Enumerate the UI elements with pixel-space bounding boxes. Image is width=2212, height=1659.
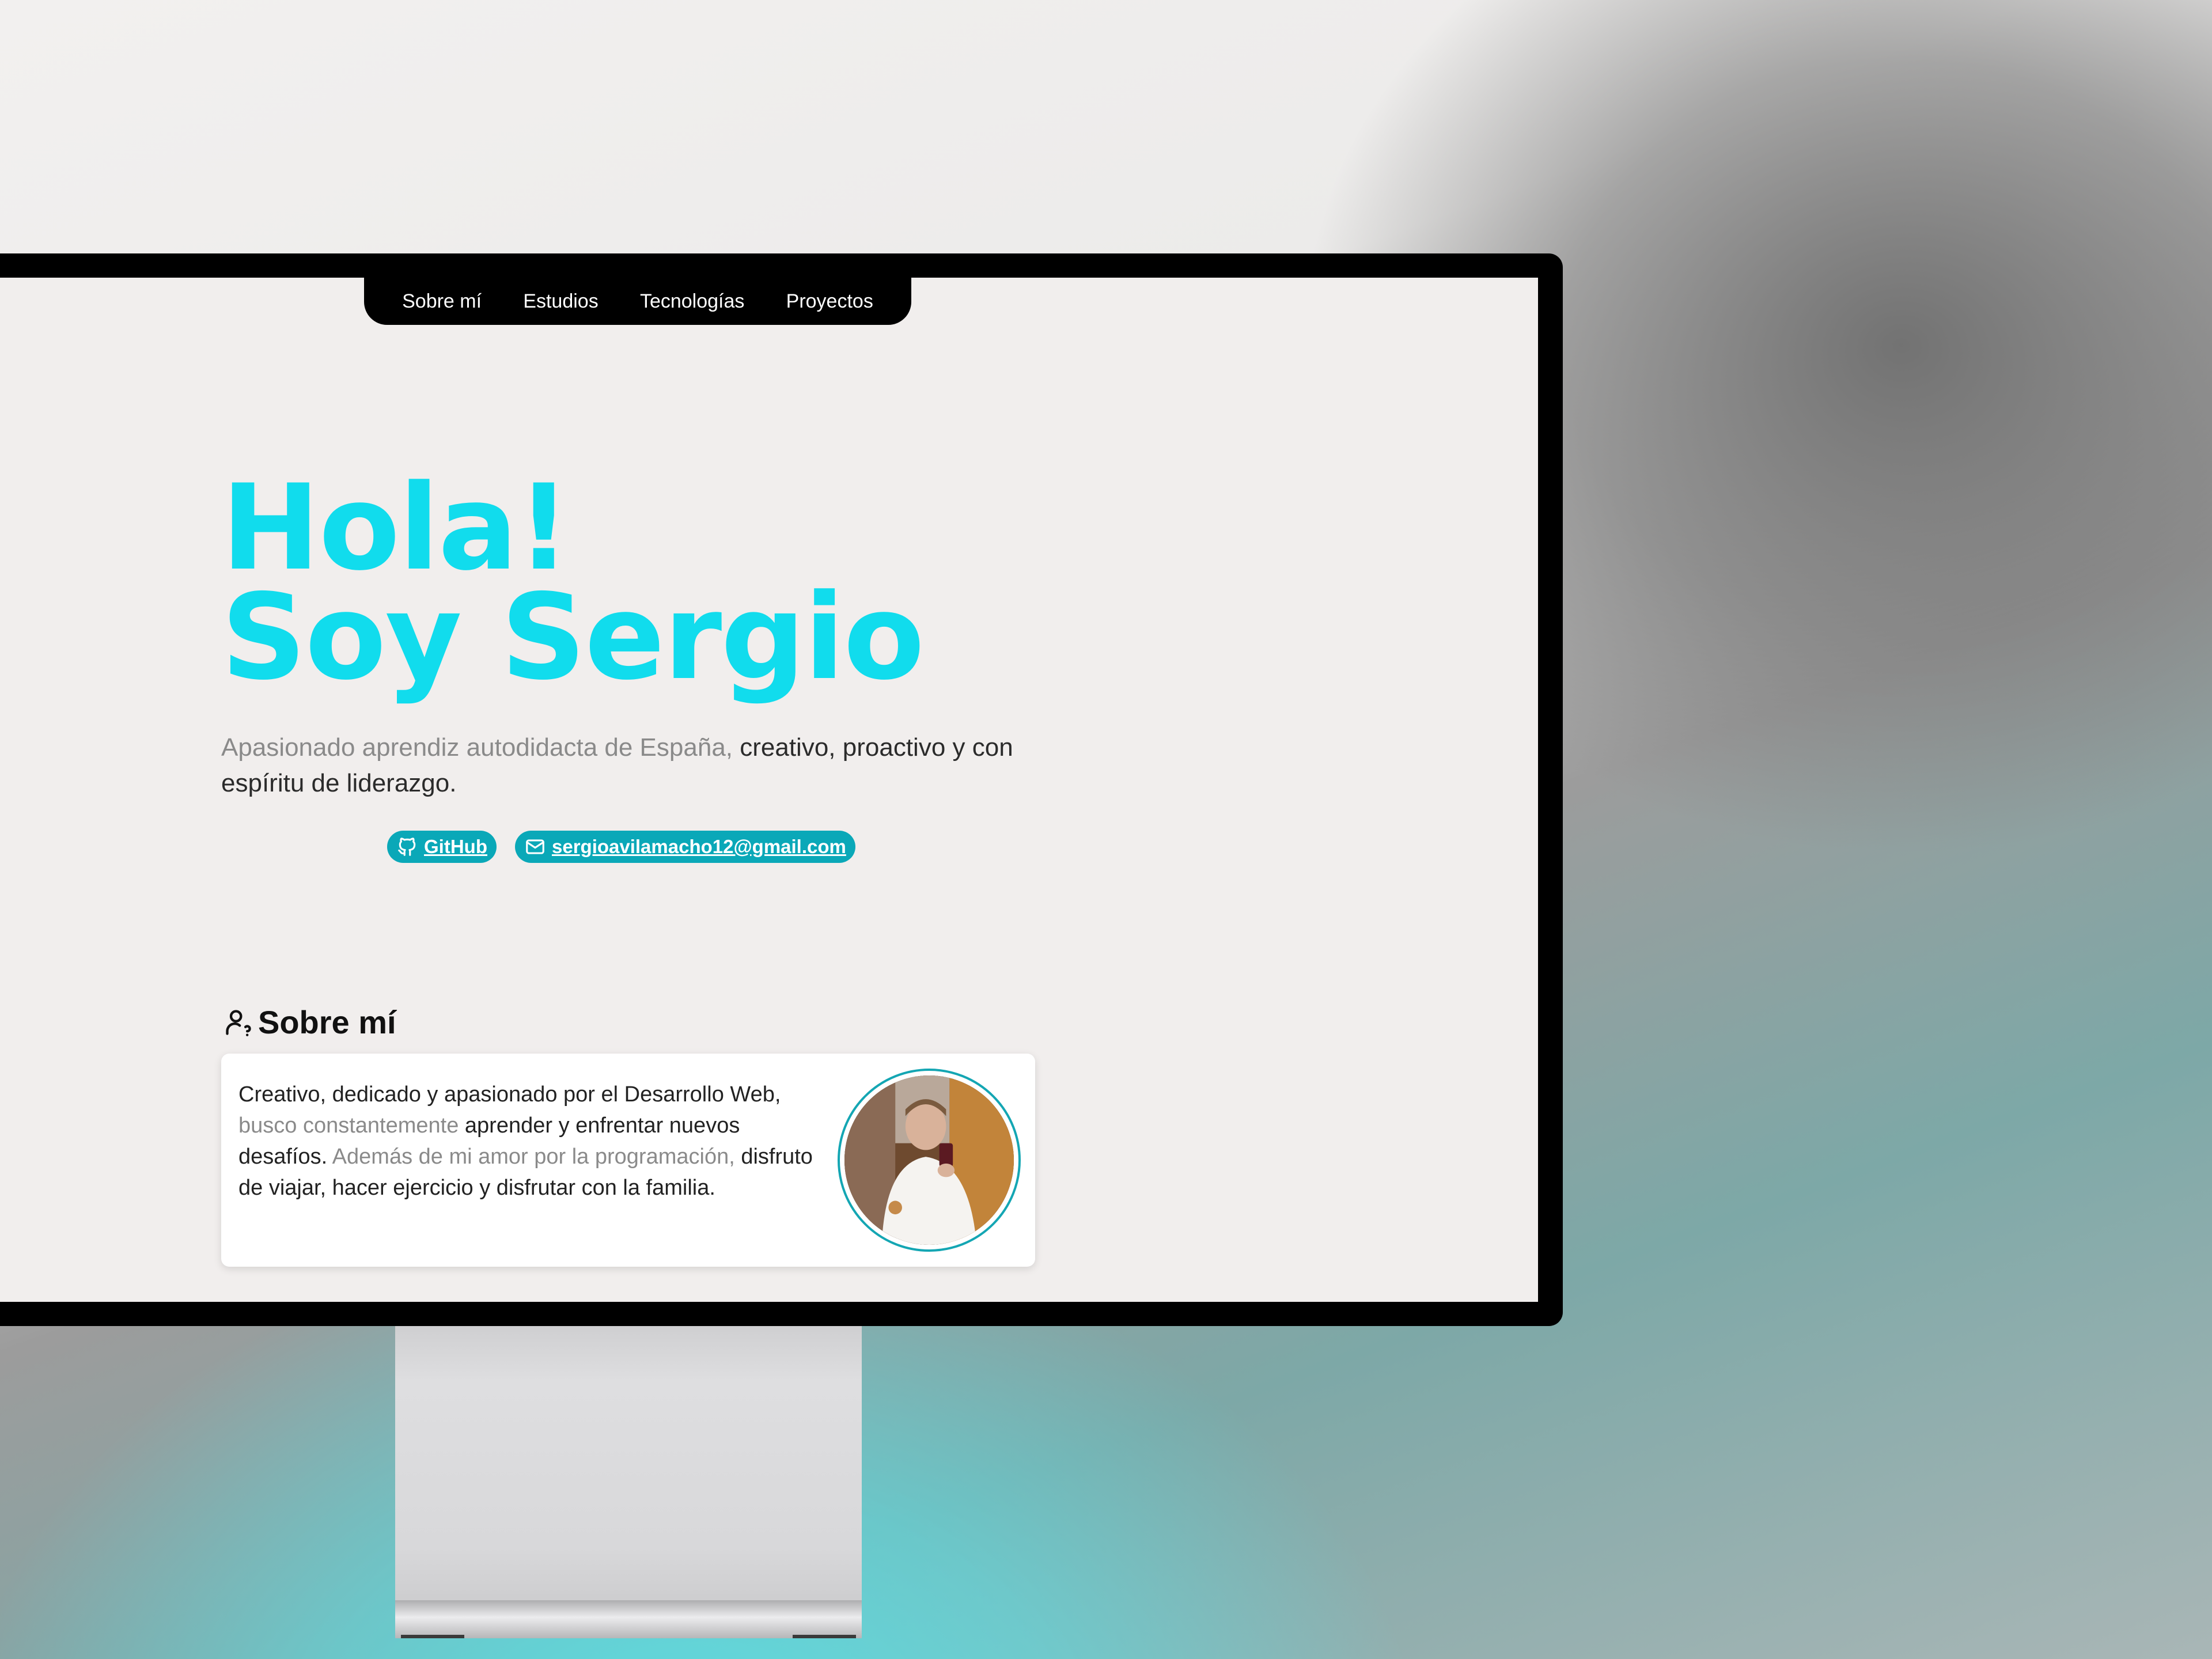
user-icon	[226, 1009, 251, 1036]
nav-sobre-mi[interactable]: Sobre mí	[402, 290, 482, 313]
github-badge[interactable]: GitHub	[387, 831, 497, 863]
about-text-1: Creativo, dedicado y apasionado por el D…	[238, 1082, 781, 1107]
website-screen: Sobre mí Estudios Tecnologías Proyectos …	[0, 278, 1538, 1302]
monitor-stand	[395, 1326, 862, 1603]
stand-foot-left	[401, 1635, 464, 1638]
contact-badges: GitHub sergioavilamacho12@gmail.com	[387, 831, 855, 863]
profile-photo	[844, 1075, 1014, 1245]
nav-estudios[interactable]: Estudios	[523, 290, 598, 313]
about-text-2: busco constantemente	[238, 1113, 459, 1138]
mail-icon	[526, 839, 544, 854]
profile-avatar	[838, 1069, 1021, 1252]
github-icon	[398, 838, 416, 856]
stand-foot-right	[793, 1635, 856, 1638]
hero-line-2: Soy Sergio	[221, 569, 925, 706]
github-badge-label: GitHub	[424, 836, 487, 857]
nav-tecnologias[interactable]: Tecnologías	[640, 290, 744, 313]
email-badge[interactable]: sergioavilamacho12@gmail.com	[514, 831, 855, 863]
about-section-title: Sobre mí	[224, 1003, 396, 1041]
hero-desc-muted: Apasionado aprendiz autodidacta de Españ…	[221, 733, 733, 762]
hero-title: Hola! Soy Sergio	[221, 469, 925, 697]
top-nav: Sobre mí Estudios Tecnologías Proyectos	[364, 278, 911, 325]
hero-description: Apasionado aprendiz autodidacta de Españ…	[221, 730, 1051, 801]
about-text-4: Además de mi amor por la programación,	[327, 1145, 735, 1169]
nav-proyectos[interactable]: Proyectos	[786, 290, 873, 313]
about-text: Creativo, dedicado y apasionado por el D…	[238, 1079, 832, 1203]
monitor-stand-base	[395, 1600, 862, 1638]
email-badge-label: sergioavilamacho12@gmail.com	[551, 836, 846, 857]
about-card: Creativo, dedicado y apasionado por el D…	[221, 1054, 1035, 1267]
about-title-label: Sobre mí	[258, 1004, 396, 1040]
